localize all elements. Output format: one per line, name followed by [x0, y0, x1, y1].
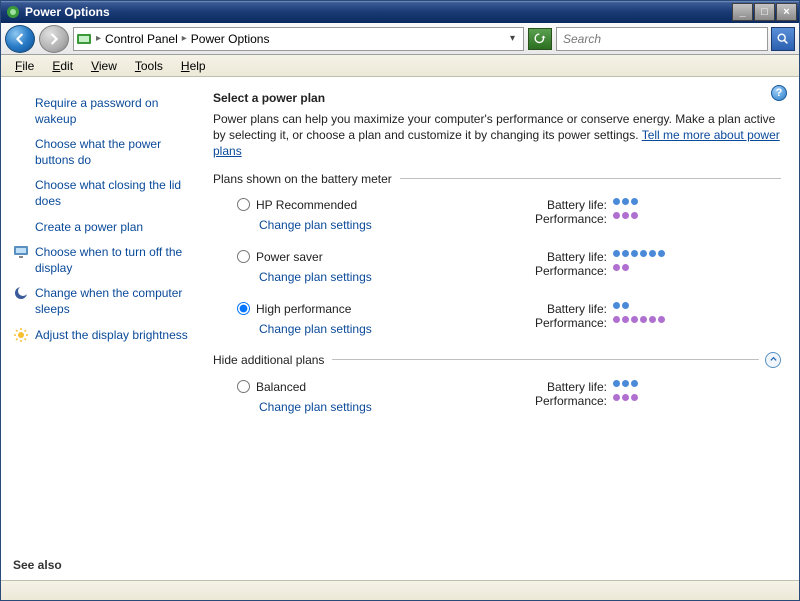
plan-radio[interactable]	[237, 302, 250, 315]
rating-dots	[613, 302, 629, 316]
plan-radio[interactable]	[237, 380, 250, 393]
menu-file[interactable]: File	[7, 57, 42, 75]
sidebar-link-create-plan[interactable]: Create a power plan	[13, 215, 193, 241]
menu-edit[interactable]: Edit	[44, 57, 81, 75]
monitor-icon	[13, 244, 29, 260]
breadcrumb-dropdown-icon[interactable]: ▾	[504, 33, 521, 44]
maximize-button[interactable]: □	[754, 3, 775, 21]
rating-dots	[613, 380, 638, 394]
change-plan-settings-link[interactable]: Change plan settings	[259, 400, 517, 414]
power-plan: Power saver Change plan settingsBattery l…	[213, 248, 781, 284]
breadcrumb-sep-icon: ▸	[182, 33, 187, 44]
battery-life-label: Battery life:	[517, 250, 607, 264]
battery-life-label: Battery life:	[517, 198, 607, 212]
breadcrumb-sep-icon: ▸	[96, 33, 101, 44]
performance-label: Performance:	[517, 212, 607, 226]
power-plan: Balanced Change plan settingsBattery life…	[213, 378, 781, 414]
statusbar	[1, 580, 799, 600]
rating-dots	[613, 212, 638, 226]
rating-dots	[613, 394, 638, 408]
minimize-button[interactable]: _	[732, 3, 753, 21]
see-also: See also Personalization Windows Mobilit…	[13, 558, 193, 580]
change-plan-settings-link[interactable]: Change plan settings	[259, 270, 517, 284]
content: Require a password on wakeup Choose what…	[1, 77, 799, 580]
section-battery-meter-label: Plans shown on the battery meter	[213, 172, 781, 186]
sun-icon	[13, 327, 29, 343]
rating-dots	[613, 250, 665, 264]
plan-radio-label[interactable]: Balanced	[237, 380, 517, 394]
additional-plans-list: Balanced Change plan settingsBattery life…	[213, 378, 781, 414]
power-plan: HP Recommended Change plan settingsBatter…	[213, 196, 781, 232]
control-panel-icon	[76, 31, 92, 47]
plan-name: High performance	[256, 302, 351, 316]
navbar: ▸ Control Panel ▸ Power Options ▾ Search	[1, 23, 799, 55]
titlebar: Power Options _ □ ×	[1, 1, 799, 23]
power-plan: High performance Change plan settingsBatt…	[213, 300, 781, 336]
refresh-button[interactable]	[528, 28, 552, 50]
seealso-personalization[interactable]: Personalization	[13, 576, 193, 580]
change-plan-settings-link[interactable]: Change plan settings	[259, 218, 517, 232]
rating-dots	[613, 198, 638, 212]
moon-icon	[13, 285, 29, 301]
window: Power Options _ □ × ▸ Control Panel ▸ Po…	[0, 0, 800, 601]
plans-list: HP RecommendedChange plan settingsBatter…	[213, 196, 781, 336]
sidebar-link-brightness[interactable]: Adjust the display brightness	[13, 323, 193, 349]
main: ? Select a power plan Power plans can he…	[201, 77, 799, 580]
battery-life-label: Battery life:	[517, 302, 607, 316]
sidebar: Require a password on wakeup Choose what…	[1, 77, 201, 580]
sidebar-link-require-password[interactable]: Require a password on wakeup	[13, 91, 193, 132]
forward-button[interactable]	[39, 25, 69, 53]
window-title: Power Options	[25, 5, 731, 19]
plan-radio-label[interactable]: Power saver	[237, 250, 517, 264]
plan-radio[interactable]	[237, 250, 250, 263]
performance-label: Performance:	[517, 394, 607, 408]
performance-label: Performance:	[517, 264, 607, 278]
window-buttons: _ □ ×	[731, 3, 797, 21]
performance-label: Performance:	[517, 316, 607, 330]
close-button[interactable]: ×	[776, 3, 797, 21]
back-button[interactable]	[5, 25, 35, 53]
plan-name: HP Recommended	[256, 198, 357, 212]
power-options-icon	[5, 4, 21, 20]
plan-radio-label[interactable]: HP Recommended	[237, 198, 517, 212]
breadcrumb-item[interactable]: Control Panel	[105, 32, 178, 46]
page-heading: Select a power plan	[213, 91, 781, 105]
search-placeholder: Search	[563, 32, 601, 46]
change-plan-settings-link[interactable]: Change plan settings	[259, 322, 517, 336]
plan-name: Balanced	[256, 380, 306, 394]
plan-radio[interactable]	[237, 198, 250, 211]
see-also-heading: See also	[13, 558, 193, 572]
menu-help[interactable]: Help	[173, 57, 214, 75]
sidebar-link-turn-off-display[interactable]: Choose when to turn off the display	[13, 240, 193, 281]
rating-dots	[613, 316, 665, 330]
breadcrumb-item[interactable]: Power Options	[191, 32, 270, 46]
breadcrumb[interactable]: ▸ Control Panel ▸ Power Options ▾	[73, 27, 524, 51]
section-additional-plans-label: Hide additional plans	[213, 352, 781, 368]
plan-radio-label[interactable]: High performance	[237, 302, 517, 316]
search-button[interactable]	[771, 27, 795, 51]
search-input[interactable]: Search	[556, 27, 768, 51]
collapse-icon[interactable]	[765, 352, 781, 368]
help-icon[interactable]: ?	[771, 85, 787, 101]
sidebar-link-computer-sleeps[interactable]: Change when the computer sleeps	[13, 281, 193, 322]
page-description: Power plans can help you maximize your c…	[213, 111, 781, 160]
battery-life-label: Battery life:	[517, 380, 607, 394]
rating-dots	[613, 264, 629, 278]
plan-name: Power saver	[256, 250, 323, 264]
menubar: File Edit View Tools Help	[1, 55, 799, 77]
menu-view[interactable]: View	[83, 57, 125, 75]
menu-tools[interactable]: Tools	[127, 57, 171, 75]
sidebar-link-power-buttons[interactable]: Choose what the power buttons do	[13, 132, 193, 173]
sidebar-link-closing-lid[interactable]: Choose what closing the lid does	[13, 173, 193, 214]
